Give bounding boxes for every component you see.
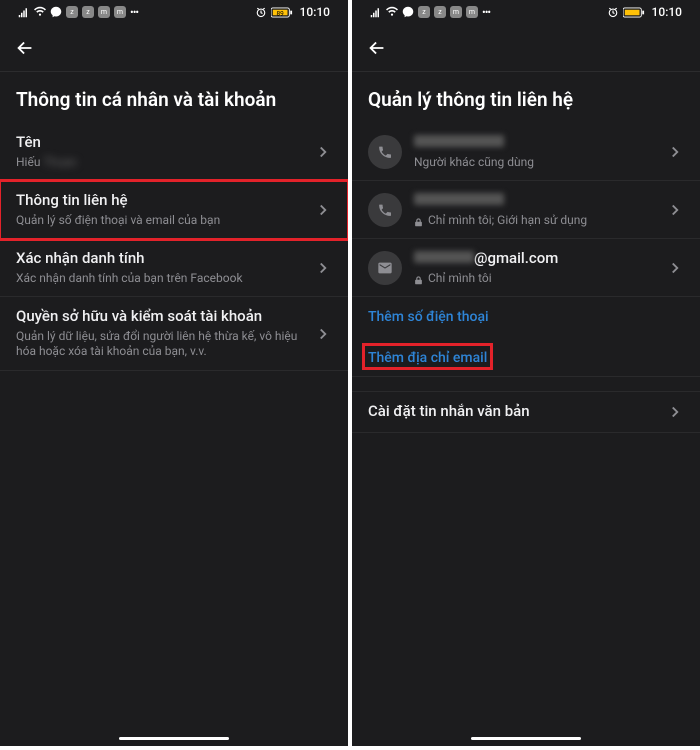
app-badge-icon: z (434, 6, 446, 18)
wifi-icon (34, 6, 46, 18)
row-sublabel: Quản lý dữ liệu, sửa đổi người liên hệ t… (16, 329, 306, 360)
nav-header (0, 24, 348, 72)
status-left: z z m m ••• (370, 6, 490, 19)
row-sublabel: Quản lý số điện thoại và email của bạn (16, 213, 306, 229)
row-label: Cài đặt tin nhắn văn bản (368, 402, 658, 422)
signal-icon (18, 6, 30, 18)
email-icon (368, 251, 402, 285)
back-button[interactable] (366, 37, 388, 59)
status-right: 10:10 (607, 5, 682, 19)
status-left: z z m m ••• (18, 6, 138, 19)
add-phone-link[interactable]: Thêm số điện thoại (352, 297, 700, 337)
status-bar: z z m m ••• 89 10:10 (0, 0, 348, 24)
row-sublabel: Xác nhận danh tính của bạn trên Facebook (16, 271, 306, 287)
contact-list: Người khác cũng dùng Chỉ mình tôi; Giới … (352, 123, 700, 433)
chevron-right-icon (314, 143, 332, 161)
add-email-link[interactable]: Thêm địa chỉ email (362, 343, 493, 370)
contact-privacy: Chỉ mình tôi (414, 271, 658, 287)
battery-icon (623, 7, 645, 18)
back-button[interactable] (14, 37, 36, 59)
settings-row-name[interactable]: Tên Hiếu Thuan (0, 123, 348, 181)
sms-settings-row[interactable]: Cài đặt tin nhắn văn bản (352, 391, 700, 433)
messenger-icon (402, 6, 414, 18)
svg-text:89: 89 (276, 9, 284, 17)
contact-row-email[interactable]: @gmail.com Chỉ mình tôi (352, 239, 700, 297)
settings-row-contact-info[interactable]: Thông tin liên hệ Quản lý số điện thoại … (0, 181, 348, 239)
contact-value (414, 133, 658, 153)
more-notifications-icon: ••• (482, 6, 490, 19)
left-phone-container: z z m m ••• 89 10:10 Thông tin cá nhân v… (0, 0, 348, 746)
chevron-right-icon (314, 325, 332, 343)
chevron-right-icon (314, 259, 332, 277)
app-badge-icon: z (418, 6, 430, 18)
settings-row-identity[interactable]: Xác nhận danh tính Xác nhận danh tính củ… (0, 239, 348, 297)
page-title: Thông tin cá nhân và tài khoản (0, 72, 348, 123)
app-badge-icon: m (98, 6, 110, 18)
contact-privacy: Người khác cũng dùng (414, 155, 658, 171)
contact-row-phone2[interactable]: Chỉ mình tôi; Giới hạn sử dụng (352, 181, 700, 239)
row-label: Thông tin liên hệ (16, 191, 306, 211)
app-badge-icon: z (82, 6, 94, 18)
phone-icon (368, 135, 402, 169)
messenger-icon (50, 6, 62, 18)
page-title: Quản lý thông tin liên hệ (352, 72, 700, 123)
app-badge-icon: m (466, 6, 478, 18)
home-indicator[interactable] (471, 737, 581, 740)
lock-icon (414, 216, 423, 225)
contact-value: @gmail.com (414, 249, 658, 269)
settings-row-ownership[interactable]: Quyền sở hữu và kiểm soát tài khoản Quản… (0, 297, 348, 371)
wifi-icon (386, 6, 398, 18)
clock-text: 10:10 (300, 5, 330, 19)
status-right: 89 10:10 (255, 5, 330, 19)
links-section: Thêm số điện thoại Thêm địa chỉ email (352, 297, 700, 377)
row-label: Tên (16, 133, 306, 153)
app-badge-icon: z (66, 6, 78, 18)
chevron-right-icon (666, 403, 684, 421)
contact-value (414, 191, 658, 211)
app-badge-icon: m (114, 6, 126, 18)
battery-icon: 89 (271, 7, 293, 18)
row-label: Quyền sở hữu và kiểm soát tài khoản (16, 307, 306, 327)
more-notifications-icon: ••• (130, 6, 138, 19)
row-label: Xác nhận danh tính (16, 249, 306, 269)
clock-text: 10:10 (652, 5, 682, 19)
lock-icon (414, 274, 423, 283)
contact-privacy: Chỉ mình tôi; Giới hạn sử dụng (414, 213, 658, 229)
contact-row-phone1[interactable]: Người khác cũng dùng (352, 123, 700, 181)
app-badge-icon: m (450, 6, 462, 18)
chevron-right-icon (666, 259, 684, 277)
phone-icon (368, 193, 402, 227)
row-sublabel: Hiếu Thuan (16, 155, 306, 171)
chevron-right-icon (314, 201, 332, 219)
alarm-icon (255, 6, 267, 18)
signal-icon (370, 6, 382, 18)
right-phone-container: z z m m ••• 10:10 Quản lý thông tin liên… (352, 0, 700, 746)
nav-header (352, 24, 700, 72)
home-indicator[interactable] (119, 737, 229, 740)
chevron-right-icon (666, 201, 684, 219)
status-bar: z z m m ••• 10:10 (352, 0, 700, 24)
chevron-right-icon (666, 143, 684, 161)
alarm-icon (607, 6, 619, 18)
settings-list: Tên Hiếu Thuan Thông tin liên hệ Quản lý… (0, 123, 348, 371)
